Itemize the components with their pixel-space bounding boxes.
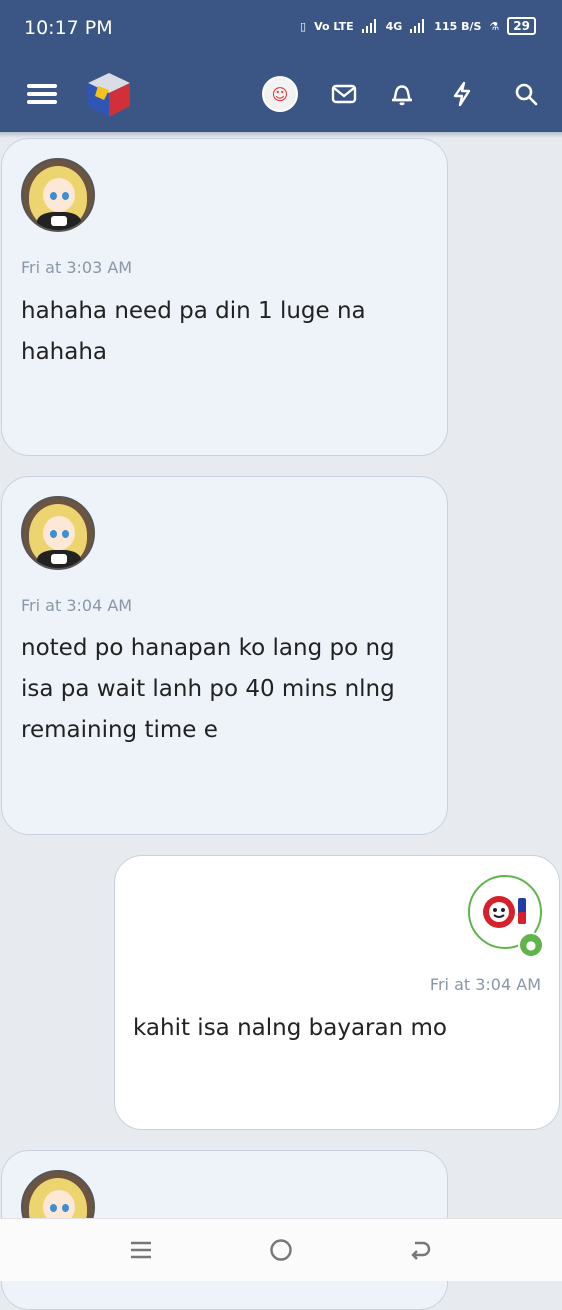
menu-icon[interactable] [24,76,60,112]
status-time: 10:17 PM [24,17,113,39]
bell-icon[interactable] [384,76,420,112]
user-avatar[interactable]: ☺ [262,76,298,112]
signal-icon-2 [410,19,426,33]
message-timestamp[interactable]: Fri at 3:04 AM [430,975,541,994]
recent-apps-icon[interactable] [124,1233,158,1267]
back-icon[interactable] [404,1233,438,1267]
message-timestamp[interactable]: Fri at 3:03 AM [21,258,132,277]
message-bubble: Fri at 3:04 AM noted po hanapan ko lang … [1,476,448,835]
system-nav-bar [0,1218,562,1281]
status-bar: 10:17 PM ▯ Vo LTE 4G 115 B/S ⚗ 29 [0,0,562,58]
search-icon[interactable] [508,76,544,112]
sender-avatar[interactable] [21,158,95,232]
mail-icon[interactable] [326,76,362,112]
message-text: kahit isa nalng bayaran mo [133,1008,533,1049]
signal-icon [361,19,378,33]
message-line: hahaha need pa din 1 luge na [21,298,366,324]
online-status-icon: ● [518,932,544,958]
message-bubble-mine: ● Fri at 3:04 AM kahit isa nalng bayaran… [114,855,560,1130]
message-line: kahit isa nalng bayaran mo [133,1015,447,1041]
message-line: noted po hanapan ko lang po ng [21,635,395,661]
app-bar: ☺ [0,58,562,132]
app-logo[interactable] [82,68,136,122]
system-icons: ▯ Vo LTE 4G 115 B/S ⚗ 29 [300,17,536,35]
message-line: remaining time e [21,717,218,743]
network-speed: 115 B/S [434,19,482,33]
sender-avatar[interactable] [21,496,95,570]
bolt-icon[interactable] [444,76,480,112]
message-line: isa pa wait lanh po 40 mins nlng [21,676,395,702]
flask-icon: ⚗ [489,19,500,33]
message-line: hahaha [21,339,108,365]
battery-level: 29 [507,17,536,35]
volte-label: Vo LTE [314,19,354,33]
vibrate-icon: ▯ [300,19,307,33]
message-bubble: Fri at 3:03 AM hahaha need pa din 1 luge… [1,138,448,456]
home-icon[interactable] [264,1233,298,1267]
message-timestamp[interactable]: Fri at 3:04 AM [21,596,132,615]
network-type-label: 4G [385,19,403,33]
message-text: hahaha need pa din 1 luge na hahaha [21,291,421,373]
message-text: noted po hanapan ko lang po ng isa pa wa… [21,628,421,751]
